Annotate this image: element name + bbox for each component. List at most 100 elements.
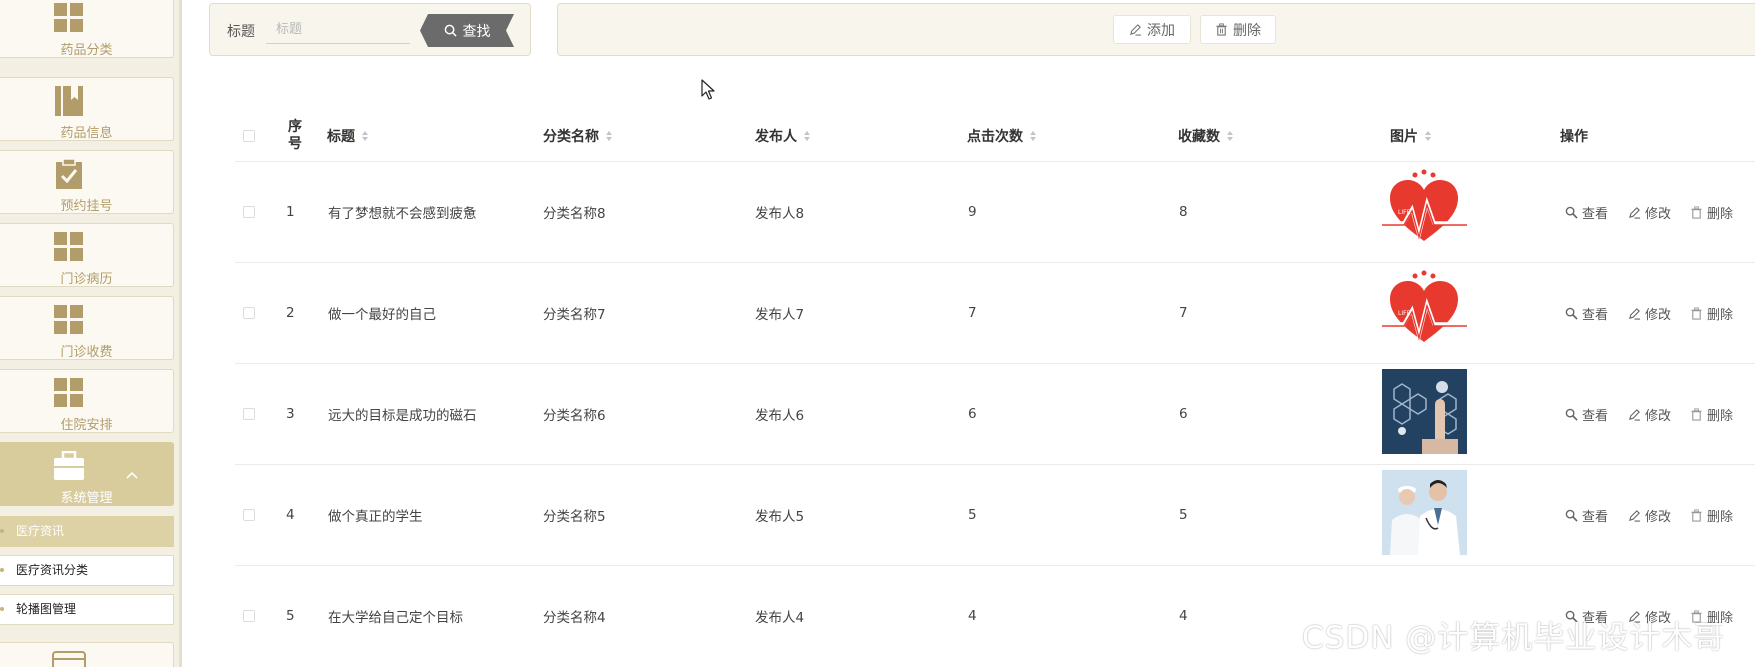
view-button[interactable]: 查看 — [1565, 263, 1608, 363]
header-image-label: 图片 — [1390, 129, 1418, 145]
edit-button[interactable]: 修改 — [1628, 162, 1671, 262]
sidebar-item-outpatient-records[interactable]: 门诊病历 — [0, 223, 174, 287]
add-button-label: 添加 — [1147, 22, 1175, 39]
cell-publisher: 发布人7 — [755, 307, 805, 323]
row-delete-button[interactable]: 删除 — [1690, 364, 1733, 464]
sidebar-item-drug-info[interactable]: 药品信息 — [0, 77, 174, 141]
view-button[interactable]: 查看 — [1565, 162, 1608, 262]
heart-ecg-image[interactable]: LIFE — [1382, 268, 1467, 353]
grid-icon — [54, 378, 83, 407]
cell-category: 分类名称5 — [543, 509, 606, 525]
cell-title: 做个真正的学生 — [328, 509, 423, 525]
sort-icon — [804, 131, 810, 141]
medical-tech-image[interactable] — [1382, 369, 1467, 454]
table-row: 4 做个真正的学生 分类名称5 发布人5 5 5 查看 修改 删除 — [235, 465, 1755, 566]
trash-icon — [1691, 508, 1702, 522]
sub-item-carousel-management[interactable]: 轮播图管理 — [0, 594, 174, 625]
sidebar-item-system-management[interactable]: 系统管理 — [0, 442, 174, 506]
view-label: 查看 — [1582, 408, 1609, 424]
window-icon — [52, 651, 86, 667]
view-label: 查看 — [1582, 509, 1609, 525]
cell-favorites: 8 — [1179, 204, 1188, 220]
trash-icon — [1691, 205, 1702, 219]
header-title[interactable]: 标题 — [327, 110, 369, 162]
grid-icon — [54, 3, 83, 32]
sidebar: 药品分类 药品信息 预约挂号 门诊病历 门诊收费 住院安排 系统管理 医疗资讯 … — [0, 0, 182, 667]
view-button[interactable]: 查看 — [1565, 465, 1608, 565]
search-button-label: 查找 — [462, 23, 491, 40]
sidebar-item-outpatient-fees[interactable]: 门诊收费 — [0, 296, 174, 360]
sidebar-item-appointment[interactable]: 预约挂号 — [0, 150, 174, 214]
edit-button[interactable]: 修改 — [1628, 263, 1671, 363]
briefcase-icon — [54, 451, 84, 480]
cell-category: 分类名称4 — [543, 610, 606, 626]
trash-icon — [1691, 306, 1702, 320]
edit-label: 修改 — [1645, 408, 1672, 424]
search-input[interactable] — [266, 16, 410, 44]
header-publisher-label: 发布人 — [755, 129, 797, 145]
cell-category: 分类名称8 — [543, 206, 606, 222]
header-category[interactable]: 分类名称 — [543, 110, 613, 162]
sub-item-medical-news[interactable]: 医疗资讯 — [0, 516, 174, 547]
edit-button[interactable]: 修改 — [1628, 364, 1671, 464]
sidebar-item-hospitalization[interactable]: 住院安排 — [0, 369, 174, 433]
header-image[interactable]: 图片 — [1390, 110, 1432, 162]
sidebar-item-partial[interactable] — [0, 642, 174, 667]
search-icon — [1565, 206, 1578, 219]
row-delete-button[interactable]: 删除 — [1690, 162, 1733, 262]
row-delete-button[interactable]: 删除 — [1690, 465, 1733, 565]
view-label: 查看 — [1582, 206, 1609, 222]
sidebar-item-label: 门诊收费 — [60, 345, 113, 360]
sub-item-label: 医疗资讯分类 — [16, 563, 89, 577]
add-button[interactable]: 添加 — [1113, 15, 1191, 44]
header-clicks[interactable]: 点击次数 — [967, 110, 1037, 162]
row-delete-button[interactable]: 删除 — [1690, 263, 1733, 363]
sub-item-medical-news-category[interactable]: 医疗资讯分类 — [0, 555, 174, 586]
edit-icon — [1629, 509, 1641, 522]
cell-index: 1 — [286, 204, 295, 220]
heart-ecg-image[interactable]: LIFE — [1382, 167, 1467, 252]
cell-publisher: 发布人6 — [755, 408, 805, 424]
sidebar-item-label: 门诊病历 — [60, 272, 113, 287]
sort-icon — [1030, 131, 1036, 141]
row-checkbox[interactable] — [243, 307, 255, 319]
delete-label: 删除 — [1707, 307, 1734, 323]
row-checkbox[interactable] — [243, 408, 255, 420]
action-panel: 添加 删除 — [557, 3, 1755, 56]
header-publisher[interactable]: 发布人 — [755, 110, 811, 162]
cell-publisher: 发布人5 — [755, 509, 805, 525]
grid-icon — [54, 232, 83, 261]
edit-button[interactable]: 修改 — [1628, 465, 1671, 565]
data-table: 序号 标题 分类名称 发布人 点击次数 收藏数 图片 操作 1 有了梦想就不会感… — [235, 110, 1755, 667]
cell-clicks: 9 — [968, 204, 977, 220]
sidebar-item-label: 预约挂号 — [60, 199, 113, 214]
header-favorites[interactable]: 收藏数 — [1178, 110, 1234, 162]
table-row: 3 远大的目标是成功的磁石 分类名称6 发布人6 6 6 查看 修改 删除 — [235, 364, 1755, 465]
delete-button[interactable]: 删除 — [1200, 15, 1276, 44]
header-index: 序号 — [288, 119, 302, 152]
select-all-checkbox[interactable] — [243, 130, 255, 142]
view-button[interactable]: 查看 — [1565, 364, 1608, 464]
trash-icon — [1691, 407, 1702, 421]
mouse-cursor-icon — [701, 79, 715, 100]
row-checkbox[interactable] — [243, 610, 255, 622]
delete-label: 删除 — [1707, 408, 1734, 424]
row-checkbox[interactable] — [243, 509, 255, 521]
search-icon — [1565, 307, 1578, 320]
cell-index: 3 — [286, 406, 295, 422]
doctors-image[interactable] — [1382, 470, 1467, 555]
cell-favorites: 5 — [1179, 507, 1188, 523]
cell-clicks: 5 — [968, 507, 977, 523]
sort-icon — [606, 131, 612, 141]
edit-label: 修改 — [1645, 307, 1672, 323]
chevron-up-icon[interactable] — [125, 470, 139, 480]
search-button[interactable]: 查找 — [420, 14, 514, 47]
edit-label: 修改 — [1645, 206, 1672, 222]
table-header: 序号 标题 分类名称 发布人 点击次数 收藏数 图片 操作 — [235, 110, 1755, 162]
cell-index: 4 — [286, 507, 295, 523]
row-checkbox[interactable] — [243, 206, 255, 218]
sidebar-item-drug-category[interactable]: 药品分类 — [0, 0, 174, 58]
cell-index: 2 — [286, 305, 295, 321]
sort-icon — [1425, 131, 1431, 141]
edit-icon — [1629, 206, 1641, 219]
